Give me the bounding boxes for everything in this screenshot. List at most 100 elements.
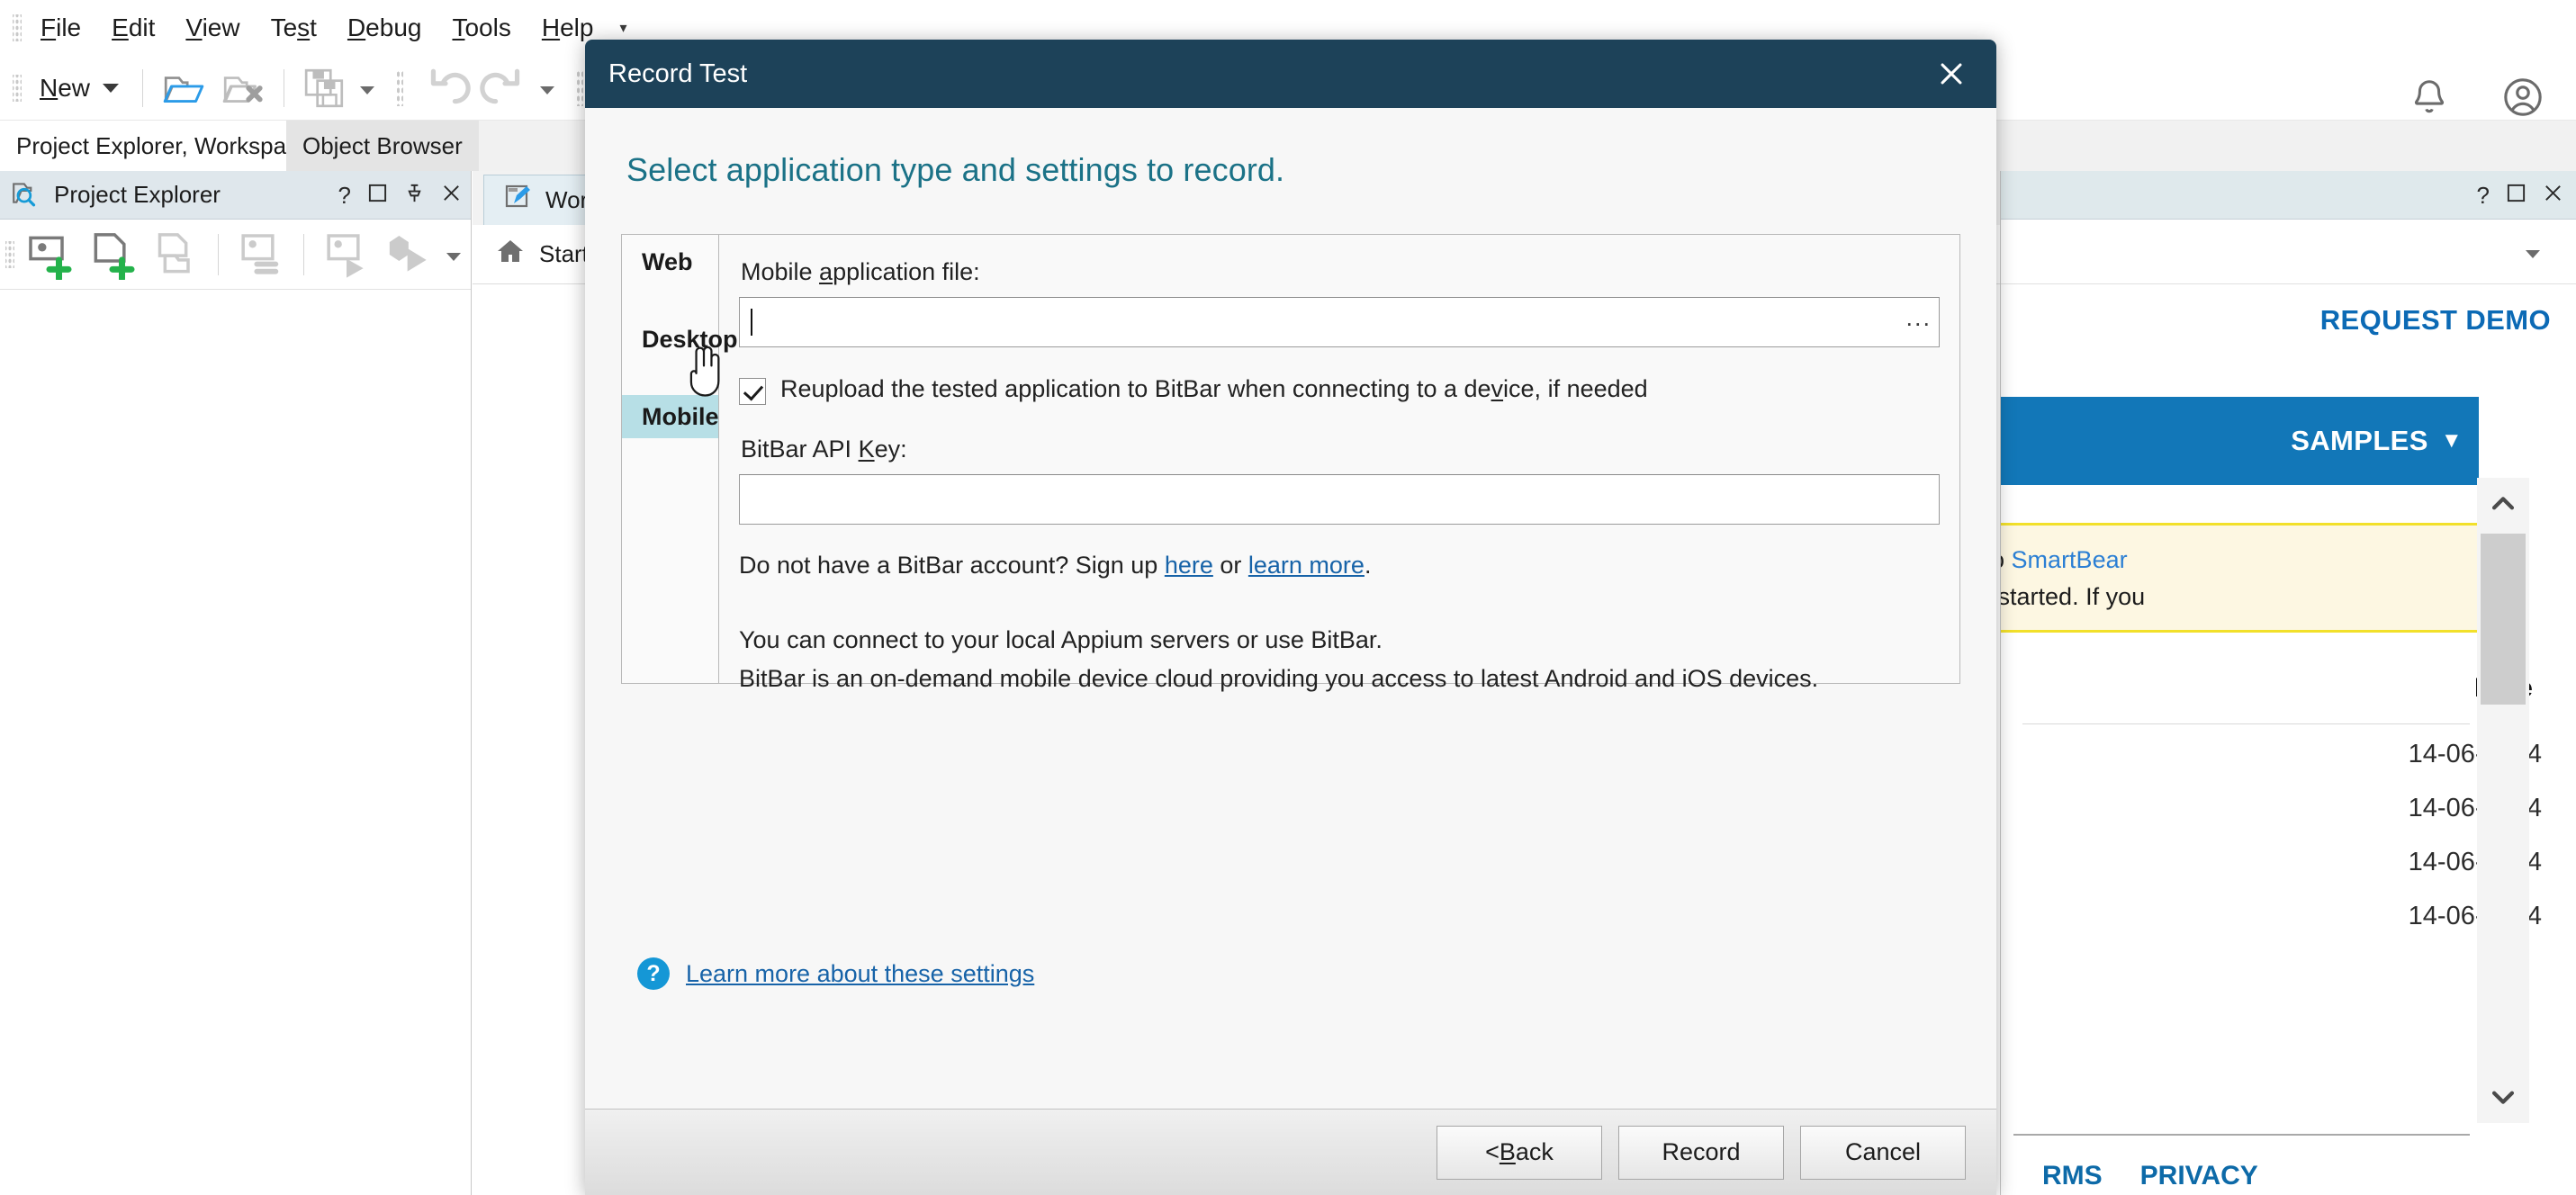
mouse-cursor-hand-icon [683,343,725,397]
help-icon[interactable]: ? [2477,184,2490,207]
project-explorer-more-caret-icon[interactable] [446,253,461,261]
close-icon[interactable] [2543,183,2563,207]
mobile-application-file-input[interactable]: ... [739,297,1940,347]
bell-icon[interactable] [2409,76,2450,122]
redo-icon[interactable] [480,66,530,111]
learn-more-settings-link[interactable]: Learn more about these settings [686,960,1034,988]
dock-tab-project-explorer[interactable]: Project Explorer, Workspace [0,121,328,171]
open-project-icon[interactable] [158,66,209,111]
menu-item-test[interactable]: Test [256,12,332,44]
account-icon[interactable] [2500,75,2545,124]
dock-tab-object-browser[interactable]: Object Browser [286,121,479,171]
bitbar-api-key-input[interactable] [739,474,1940,525]
table-divider [2022,723,2470,724]
new-project-icon[interactable] [23,229,77,280]
scrollbar-thumb[interactable] [2481,534,2526,705]
help-icon[interactable]: ? [338,184,351,207]
maximize-icon[interactable] [2506,183,2526,207]
record-button[interactable]: Record [1618,1126,1784,1180]
help-icon[interactable]: ? [637,957,670,990]
reupload-checkbox[interactable] [739,378,766,405]
footer-link-privacy[interactable]: PRIVACY [2140,1161,2258,1191]
undo-redo-dropdown-caret-icon[interactable] [540,86,554,94]
project-explorer-grip-handle[interactable] [5,241,14,268]
bitbar-signup-line: Do not have a BitBar account? Sign up he… [739,552,1940,580]
run-project-icon[interactable] [320,229,374,280]
note-brand-link[interactable]: SmartBear [2012,546,2128,573]
scroll-up-icon[interactable] [2477,478,2529,530]
appium-description: You can connect to your local Appium ser… [739,621,1940,697]
project-explorer-panel: Project Explorer ? [0,171,472,1195]
dialog-settings-panel: Web Desktop Mobile Mobile application fi… [621,234,1960,684]
samples-nav-button[interactable]: SAMPLES ▼ [2001,397,2479,485]
new-dropdown-caret-icon[interactable] [103,84,119,93]
project-explorer-tree[interactable] [0,290,471,1195]
note-text-line2: ng started. If you [2001,583,2145,610]
home-icon [496,237,525,272]
scroll-down-icon[interactable] [2477,1071,2529,1123]
learn-more-settings-row: ? Learn more about these settings [637,957,1034,990]
signup-here-link[interactable]: here [1165,552,1213,579]
note-text-prefix: d to [2001,546,2012,573]
label-accel: v [1491,375,1504,402]
menu-item-tools[interactable]: Tools [437,12,526,44]
dialog-body: Select application type and settings to … [585,108,1996,1109]
close-project-icon[interactable] [218,66,268,111]
signup-text-middle: or [1213,552,1248,579]
menu-item-file[interactable]: File [25,12,96,44]
label-part: BitBar API [741,436,859,463]
new-item-icon[interactable] [86,229,140,280]
bitbar-api-key-label: BitBar API Key: [741,436,1940,463]
maximize-icon[interactable] [367,183,388,207]
reupload-checkbox-row[interactable]: Reupload the tested application to BitBa… [739,374,1940,405]
save-all-icon[interactable] [300,66,350,111]
pin-icon[interactable] [404,183,425,207]
project-explorer-separator [218,234,219,275]
web-preview-scrollbar[interactable] [2477,478,2529,1123]
menu-grip-handle[interactable] [13,14,22,41]
menu-item-view[interactable]: View [170,12,255,44]
footer-link-rms[interactable]: RMS [2042,1161,2103,1191]
request-demo-link[interactable]: REQUEST DEMO [2320,304,2551,337]
btn-accel: B [1500,1138,1516,1166]
cancel-button[interactable]: Cancel [1800,1126,1966,1180]
web-preview-content[interactable]: REQUEST DEMO SAMPLES ▼ d to SmartBear ng… [2001,284,2576,1195]
menu-overflow-caret-icon[interactable]: ▾ [608,19,637,37]
open-project-folder-icon[interactable] [149,229,203,280]
web-preview-more-caret-icon[interactable] [2526,250,2540,258]
dock-tab-label: Project Explorer, Workspace [16,132,311,160]
tab-mobile[interactable]: Mobile [622,395,718,438]
menu-item-debug[interactable]: Debug [332,12,437,44]
description-line-1: You can connect to your local Appium ser… [739,621,1940,660]
web-preview-titlebar: ? [2001,171,2576,220]
tab-label: Web [642,248,693,276]
save-dropdown-caret-icon[interactable] [360,86,374,94]
toolbar-grip-handle[interactable] [13,75,22,102]
browse-button[interactable]: ... [1905,313,1932,332]
dialog-heading: Select application type and settings to … [621,108,1960,223]
btn-part: < [1485,1138,1500,1166]
editor-subtab-label: Start [539,240,589,268]
undo-icon[interactable] [420,66,471,111]
description-line-2: BitBar is an on-demand mobile device clo… [739,660,1940,698]
new-button[interactable]: New [25,74,99,103]
close-icon[interactable] [441,183,462,207]
toolbar-dot-separator-2 [576,70,583,106]
record-test-dialog: Record Test Select application type and … [585,40,1996,1195]
menu-item-edit[interactable]: Edit [96,12,170,44]
web-preview-toolbar [2001,220,2576,284]
web-footer-links: RMS PRIVACY [2042,1161,2258,1191]
web-preview-panel: ? REQUEST DEMO SAMPLES ▼ d to SmartBear [2000,171,2576,1195]
back-button[interactable]: < Back [1437,1126,1602,1180]
project-list-icon[interactable] [234,229,288,280]
run-tests-icon[interactable] [383,229,437,280]
mobile-application-file-label: Mobile application file: [741,258,1940,286]
learn-more-link[interactable]: learn more [1248,552,1365,579]
toolbar-dot-separator [396,70,403,106]
project-explorer-icon [11,177,41,212]
footer-divider [2013,1134,2470,1136]
reupload-checkbox-label: Reupload the tested application to BitBa… [780,374,1648,403]
project-explorer-separator-2 [303,234,304,275]
tab-web[interactable]: Web [622,240,718,283]
close-icon[interactable] [1912,40,1991,108]
